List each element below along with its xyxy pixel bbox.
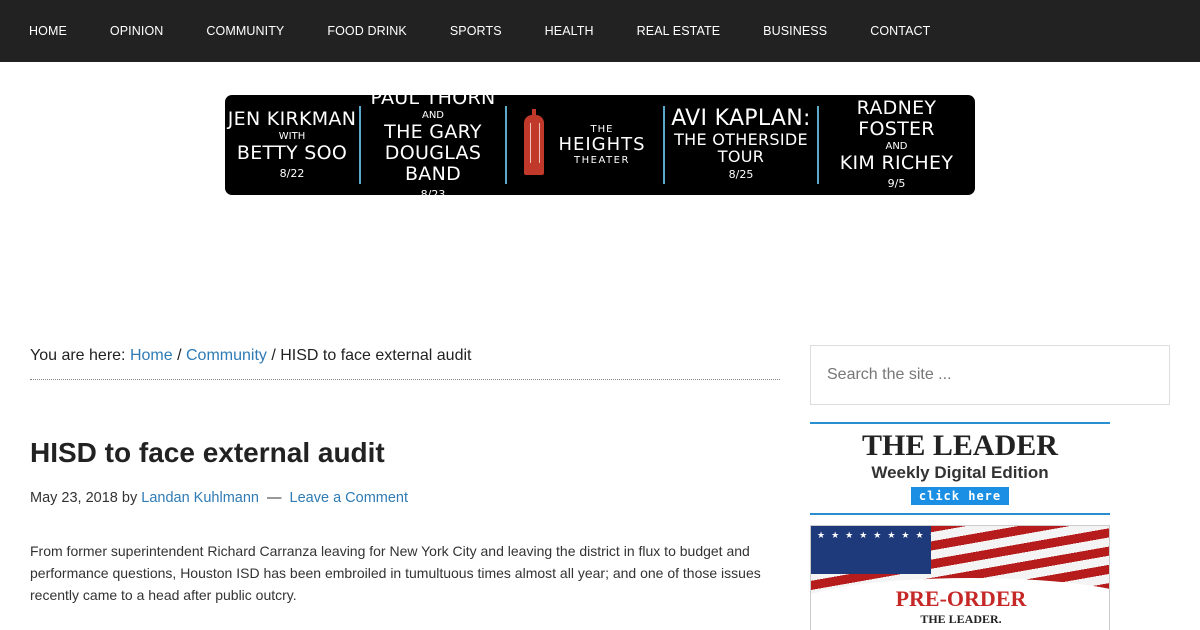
banner-show3-date: 8/25 [728,168,754,181]
banner-show-avi-kaplan: AVI KAPLAN: THE OTHERSIDE TOUR 8/25 [665,95,817,195]
banner-show2-line3: DOUGLAS BAND [384,141,482,185]
nav-item-home[interactable]: HOME [29,24,67,38]
site-search-box [810,345,1170,405]
breadcrumb-current: HISD to face external audit [280,347,472,364]
banner-show3-line1: AVI KAPLAN: [671,106,811,131]
breadcrumb-community-link[interactable]: Community [186,347,267,364]
nav-item-food-drink[interactable]: FOOD DRINK [327,24,406,38]
leader-digital-edition-ad[interactable]: THE LEADER Weekly Digital Edition click … [810,422,1110,515]
banner-show1-line2: BETTY SOO [236,141,348,164]
heights-theater-banner-ad[interactable]: JEN KIRKMAN WITH BETTY SOO 8/22 PAUL THO… [225,95,975,195]
banner-show-paul-thorn: PAUL THORN AND THE GARY DOUGLAS BAND 8/2… [361,95,505,195]
leader-ad-subtitle: Weekly Digital Edition [871,463,1049,482]
banner-show-jen-kirkman: JEN KIRKMAN WITH BETTY SOO 8/22 [225,95,359,195]
banner-show3-line2: THE OTHERSIDE [674,130,808,149]
nav-item-sports[interactable]: SPORTS [450,24,502,38]
article-title[interactable]: HISD to face external audit [30,437,385,469]
banner-show1-line1: JEN KIRKMAN [227,107,357,130]
article-excerpt: From former superintendent Richard Carra… [30,543,761,603]
breadcrumb-separator: / [271,347,276,364]
leader-click-here-button[interactable]: click here [910,487,1010,505]
main-nav: HOME OPINION COMMUNITY FOOD DRINK SPORTS… [0,0,1200,62]
breadcrumb: You are here: Home / Community / HISD to… [30,347,780,380]
leave-comment-link[interactable]: Leave a Comment [290,490,408,506]
banner-venue-logo: THE HEIGHTS THEATER [507,95,663,195]
flag-stars-icon: ★★★★★★★★★★★★★★★★★★★★ [811,526,931,574]
banner-show4-line2: KIM RICHEY [839,152,954,174]
venue-name: HEIGHTS [558,134,646,155]
banner-show2-line1: PAUL THORN [370,95,496,109]
nav-item-opinion[interactable]: OPINION [110,24,163,38]
banner-show4-date: 9/5 [887,177,906,190]
meta-dash: — [267,490,282,506]
banner-show2-date: 8/23 [420,187,446,196]
preorder-subtitle: THE LEADER. [920,612,1002,626]
banner-show3-line3: TOUR [717,147,765,166]
banner-show-radney-foster: RADNEY FOSTER AND KIM RICHEY 9/5 [819,95,974,195]
preorder-ad[interactable]: ★★★★★★★★★★★★★★★★★★★★ PRE-ORDER THE LEADE… [810,525,1110,630]
leader-ad-title: THE LEADER [862,429,1058,462]
nav-item-community[interactable]: COMMUNITY [206,24,284,38]
nav-item-business[interactable]: BUSINESS [763,24,827,38]
banner-show2-and: AND [421,109,445,121]
venue-sub: THEATER [574,155,630,166]
search-input[interactable] [827,366,1169,384]
article-by: by [121,490,138,506]
banner-show1-date: 8/22 [279,166,305,180]
nav-item-health[interactable]: HEALTH [545,24,594,38]
breadcrumb-separator: / [177,347,182,364]
preorder-title: PRE-ORDER [895,586,1027,611]
banner-show1-with: WITH [278,130,306,142]
breadcrumb-prefix: You are here: [30,347,126,364]
article-date: May 23, 2018 [30,490,118,506]
nav-item-contact[interactable]: CONTACT [870,24,930,38]
nav-item-real-estate[interactable]: REAL ESTATE [637,24,721,38]
venue-name-block: THE HEIGHTS THEATER [558,124,645,166]
banner-show2-line2: THE GARY [384,120,482,143]
theater-tower-icon [524,109,545,175]
breadcrumb-home-link[interactable]: Home [130,347,173,364]
banner-show4-line1: RADNEY FOSTER [856,97,937,140]
nav-menu: HOME OPINION COMMUNITY FOOD DRINK SPORTS… [0,0,1200,62]
article-meta: May 23, 2018 by Landan Kuhlmann — Leave … [30,490,408,506]
author-link[interactable]: Landan Kuhlmann [141,490,259,506]
